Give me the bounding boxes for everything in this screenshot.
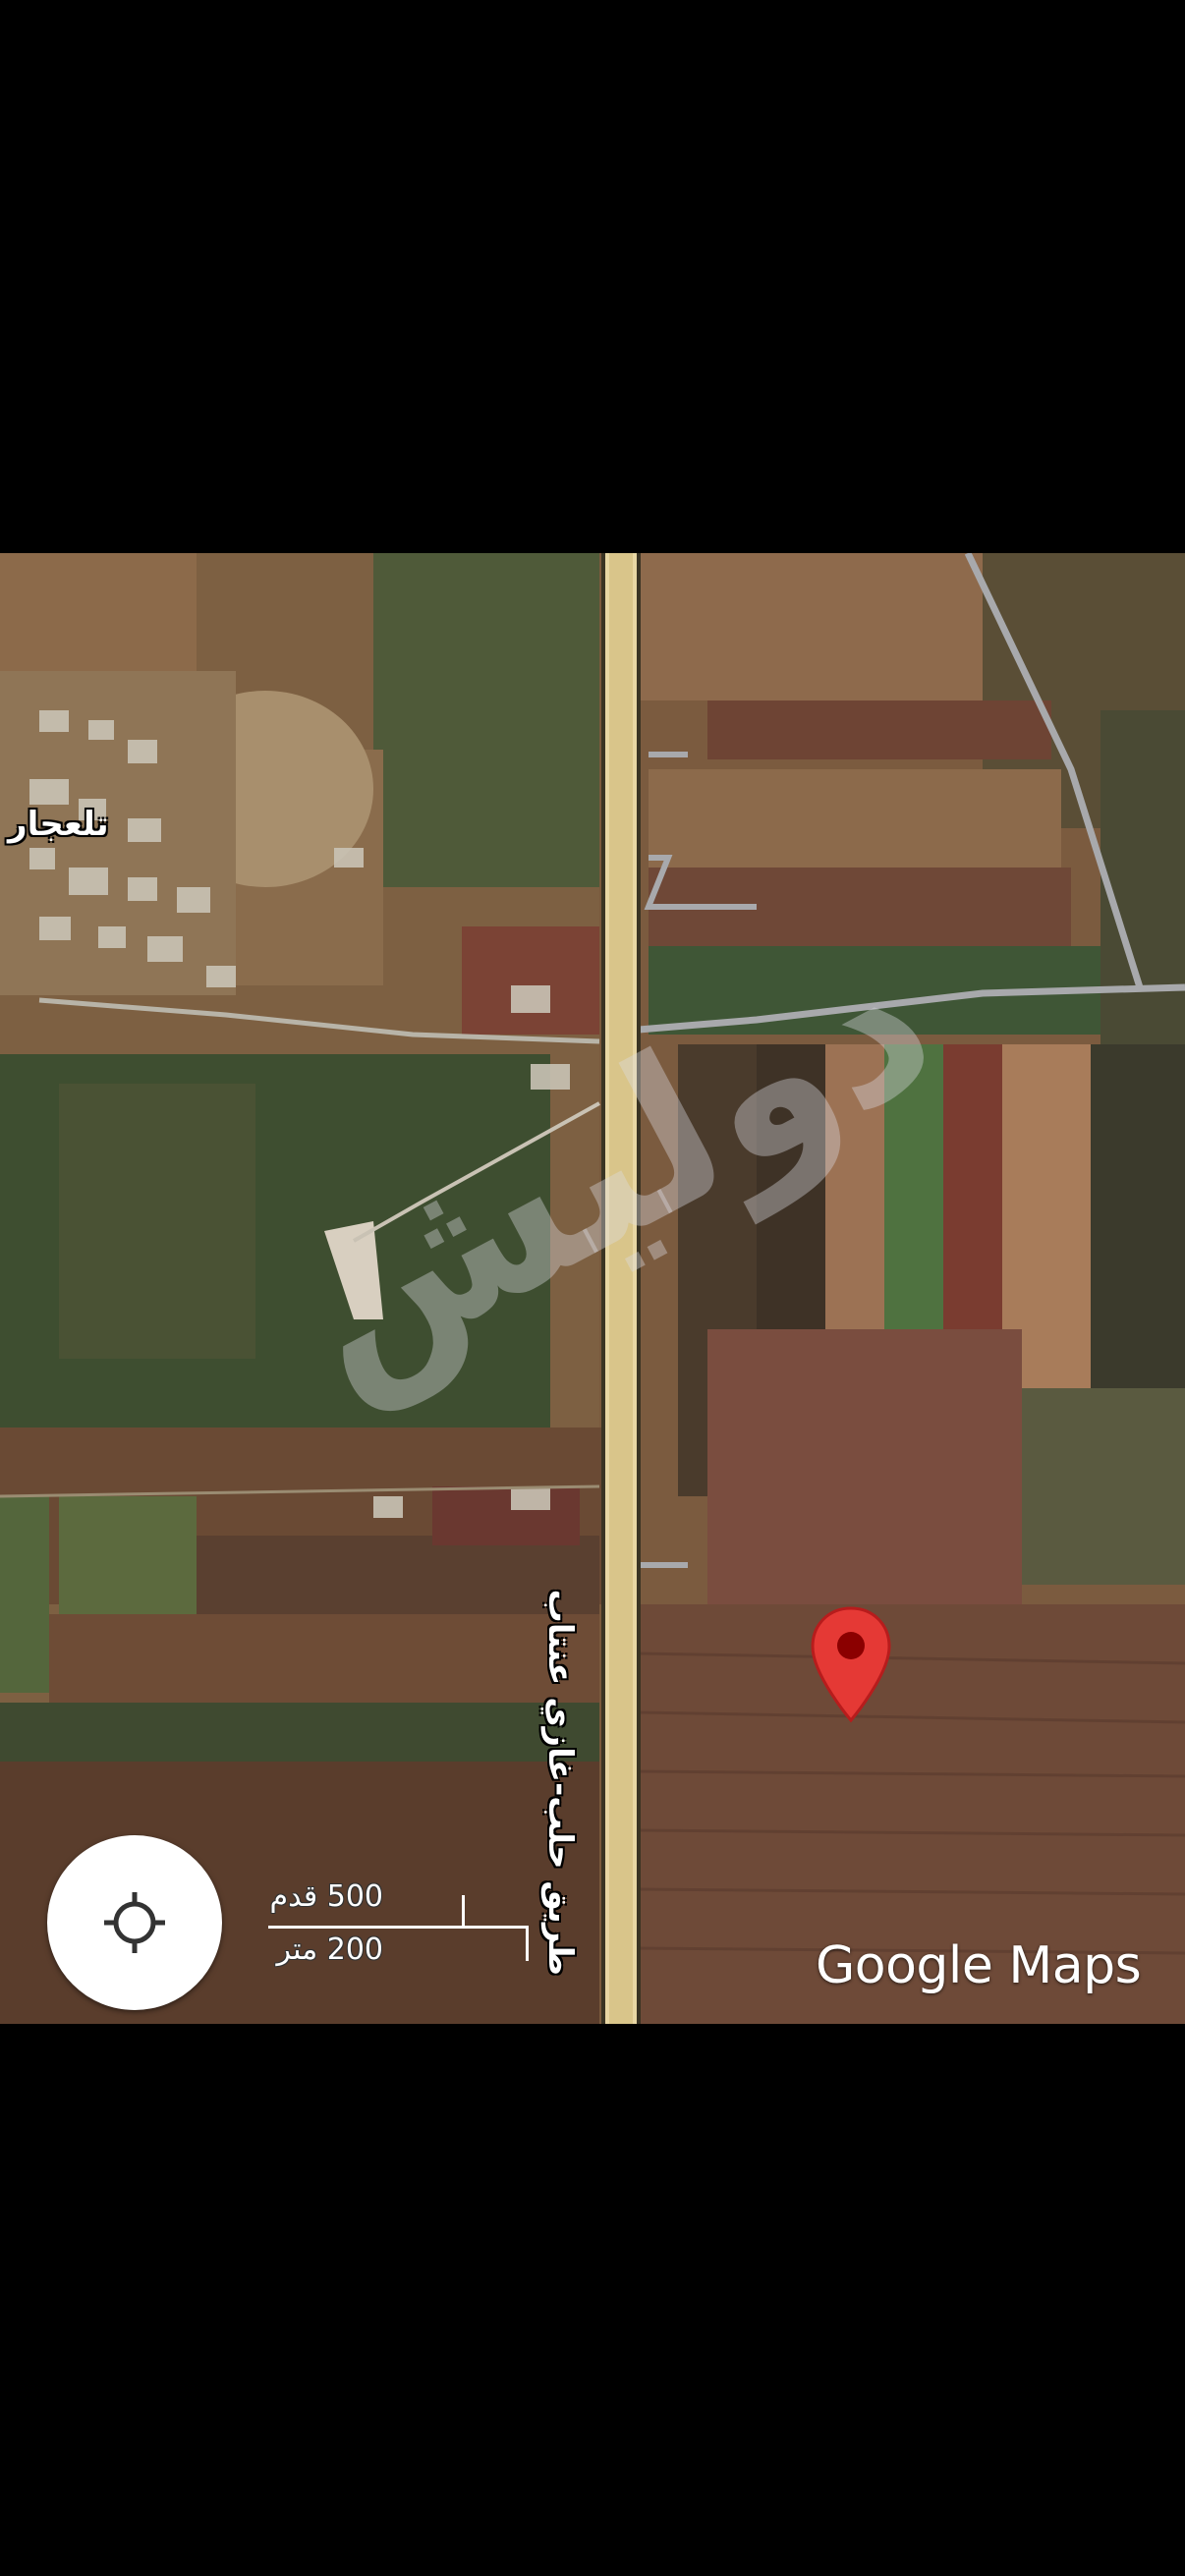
scale-feet-tick: [462, 1895, 465, 1929]
scale-meter-label: 200 متر: [276, 1932, 383, 1967]
scale-meter-tick: [526, 1926, 529, 1961]
my-location-crosshair-icon: [104, 1892, 165, 1953]
google-maps-logo: Google Maps: [816, 1936, 1142, 1995]
satellite-map[interactable]: دوليش تلعجار طريق حلب-غازي عنتاب 500 قدم…: [0, 553, 1185, 2024]
my-location-button[interactable]: [47, 1835, 222, 2010]
scale-feet-label: 500 قدم: [269, 1879, 383, 1914]
road-label: طريق حلب-غازي عنتاب: [540, 1589, 580, 1976]
scale-bar-line: [268, 1926, 529, 1929]
red-location-pin-icon[interactable]: [809, 1604, 893, 1726]
place-label: تلعجار: [8, 805, 109, 844]
scale-bar: 500 قدم 200 متر: [265, 1879, 531, 1988]
